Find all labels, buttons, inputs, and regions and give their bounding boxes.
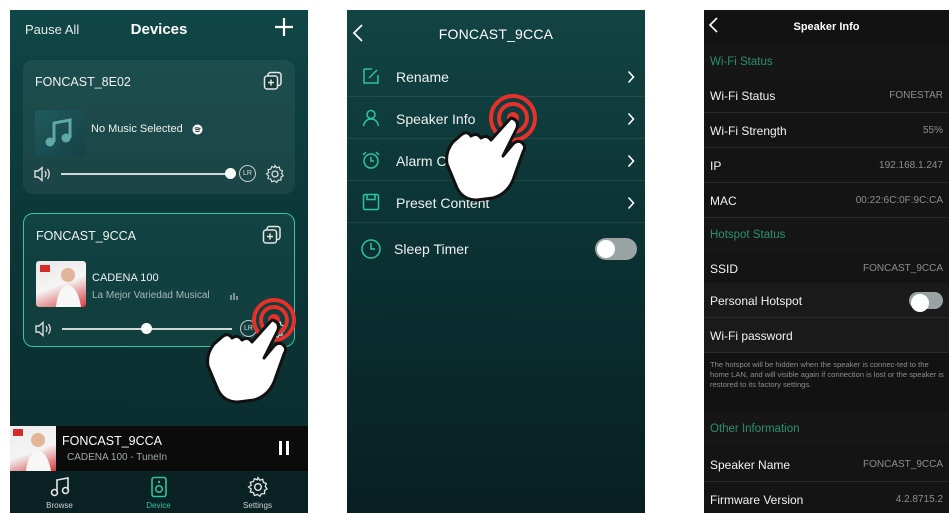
device-menu-screen: FONCAST_9CCA Rename Speaker Info Alarm C… — [347, 10, 645, 513]
device-name: FONCAST_9CCA — [36, 229, 137, 243]
pause-icon — [279, 441, 289, 455]
volume-slider[interactable] — [61, 173, 231, 175]
now-playing-station: CADENA 100 - TuneIn — [67, 452, 168, 463]
device-menu-header: FONCAST_9CCA — [347, 10, 645, 56]
sleep-timer-toggle[interactable] — [595, 238, 637, 260]
info-row-firmware-version: Firmware Version 4.2.8715.2 — [704, 482, 949, 513]
info-row-speaker-name: Speaker Name FONCAST_9CCA — [704, 447, 949, 482]
info-row-wifi-status: Wi-Fi Status FONESTAR — [704, 78, 949, 113]
tab-device-label: Device — [146, 501, 171, 510]
speaker-info-header: Speaker Info — [704, 10, 949, 45]
info-row-wifi-strength: Wi-Fi Strength 55% — [704, 113, 949, 148]
music-note-icon — [45, 118, 72, 147]
devices-header: Pause All Devices — [10, 10, 308, 48]
info-row-wifi-password[interactable]: Wi-Fi password — [704, 318, 949, 353]
personal-hotspot-toggle[interactable] — [909, 292, 943, 312]
info-row-mac: MAC 00:22:6C:0F:9C:CA — [704, 183, 949, 218]
row-key: Wi-Fi Status — [710, 89, 776, 103]
tap-hand-icon — [445, 94, 537, 202]
row-key: Wi-Fi Strength — [710, 124, 787, 138]
page-title: Speaker Info — [793, 21, 860, 33]
speaker-info-screen: Speaker Info Wi-Fi Status Wi-Fi Status F… — [704, 10, 949, 513]
menu-item-label: Sleep Timer — [394, 241, 469, 257]
group-icon[interactable] — [262, 225, 282, 250]
plus-icon — [275, 18, 293, 36]
device-card[interactable]: FONCAST_8E02 No Music Selected LR — [23, 60, 295, 194]
device-name: FONCAST_8E02 — [35, 75, 131, 89]
volume-row: LR — [33, 164, 285, 184]
row-key: SSID — [710, 262, 739, 276]
row-key: Firmware Version — [710, 493, 804, 507]
stereo-lr-button[interactable]: LR — [239, 165, 256, 182]
row-value: 00:22:6C:0F:9C:CA — [855, 195, 943, 206]
tab-settings[interactable]: Settings — [208, 471, 307, 513]
person-photo — [13, 429, 51, 471]
album-art — [35, 110, 85, 156]
chevron-right-icon — [627, 112, 635, 126]
row-key: Speaker Name — [710, 458, 791, 472]
now-playing-bar[interactable]: FONCAST_9CCA CADENA 100 - TuneIn — [10, 426, 308, 471]
row-value: 192.168.1.247 — [879, 160, 943, 171]
gear-icon[interactable] — [265, 164, 285, 184]
tap-hand-icon — [206, 298, 296, 404]
alarm-clock-icon — [362, 151, 380, 169]
hotspot-note: The hotspot will be hidden when the spea… — [710, 360, 944, 389]
music-note-icon — [50, 477, 70, 497]
person-photo — [40, 265, 81, 307]
tab-browse[interactable]: Browse — [10, 471, 109, 513]
info-row-ssid: SSID FONCAST_9CCA — [704, 251, 949, 286]
other-information-section: Other Information — [704, 412, 949, 445]
spotify-icon — [192, 124, 203, 135]
row-key: MAC — [710, 194, 737, 208]
wifi-status-section: Wi-Fi Status — [704, 45, 949, 78]
tab-settings-label: Settings — [243, 501, 272, 510]
section-title: Wi-Fi Status — [710, 56, 773, 68]
chevron-right-icon — [627, 196, 635, 210]
menu-item-sleep-timer: Sleep Timer — [347, 229, 645, 269]
preset-icon — [362, 193, 380, 211]
chevron-right-icon — [627, 70, 635, 84]
tab-browse-label: Browse — [46, 501, 73, 510]
speaker-device-icon — [151, 476, 167, 498]
add-device-button[interactable] — [273, 16, 295, 43]
row-key: Personal Hotspot — [710, 294, 803, 308]
row-value: FONCAST_9CCA — [862, 263, 943, 274]
volume-knob[interactable] — [141, 323, 152, 334]
page-title: Devices — [130, 21, 188, 38]
row-value: 55% — [922, 125, 943, 136]
volume-knob[interactable] — [225, 168, 236, 179]
menu-item-label: Rename — [396, 69, 449, 85]
now-playing-art — [10, 426, 56, 471]
section-title: Hotspot Status — [710, 229, 786, 241]
station-name: CADENA 100 — [92, 272, 159, 284]
user-icon — [362, 109, 380, 127]
devices-screen: Pause All Devices FONCAST_8E02 No Music … — [10, 10, 308, 513]
gear-icon — [247, 476, 268, 498]
speaker-icon[interactable] — [34, 320, 54, 338]
speaker-icon[interactable] — [33, 165, 53, 183]
row-key: IP — [710, 159, 722, 173]
tab-device[interactable]: Device — [109, 471, 208, 513]
station-logo — [36, 261, 86, 307]
row-value: 4.2.8715.2 — [895, 494, 943, 505]
page-title: FONCAST_9CCA — [438, 26, 554, 42]
hotspot-status-section: Hotspot Status — [704, 218, 949, 251]
track-title: No Music Selected — [91, 123, 183, 135]
edit-icon — [363, 68, 379, 84]
tab-bar: Browse Device Settings — [10, 471, 308, 513]
row-key: Wi-Fi password — [710, 329, 793, 343]
chevron-right-icon — [627, 154, 635, 168]
info-row-personal-hotspot: Personal Hotspot — [704, 283, 949, 318]
now-playing-device: FONCAST_9CCA — [62, 434, 163, 448]
timer-icon — [361, 239, 381, 259]
section-title: Other Information — [710, 423, 800, 435]
pause-button[interactable] — [278, 440, 290, 461]
row-value: FONCAST_9CCA — [862, 459, 943, 470]
row-value: FONESTAR — [889, 90, 943, 101]
group-icon[interactable] — [263, 71, 283, 96]
info-row-ip: IP 192.168.1.247 — [704, 148, 949, 183]
